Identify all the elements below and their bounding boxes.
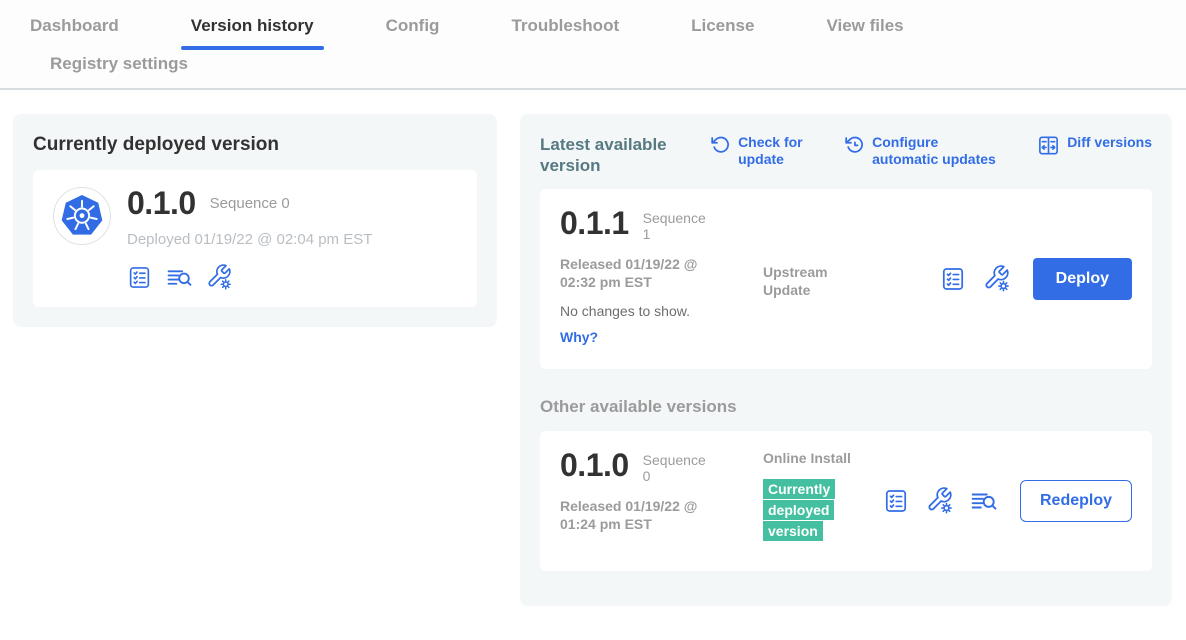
deployed-timestamp: Deployed 01/19/22 @ 02:04 pm EST xyxy=(127,231,372,248)
config-wrench-icon[interactable] xyxy=(206,264,232,290)
check-for-update-link[interactable]: Check for update xyxy=(710,134,814,168)
deployed-version-card: 0.1.0 Sequence 0 Deployed 01/19/22 @ 02:… xyxy=(33,170,477,307)
tab-dashboard[interactable]: Dashboard xyxy=(30,16,119,50)
why-link[interactable]: Why? xyxy=(560,329,598,345)
latest-available-header: Latest available version Check for updat… xyxy=(540,134,1152,177)
latest-available-panel: Latest available version Check for updat… xyxy=(520,114,1172,606)
deployed-sequence-label: Sequence 0 xyxy=(210,195,290,212)
latest-release-actions: Deploy xyxy=(940,258,1132,300)
other-sequence-label: Sequence 0 xyxy=(643,449,713,486)
preflight-checklist-icon[interactable] xyxy=(127,265,152,290)
tab-config[interactable]: Config xyxy=(386,16,440,50)
tab-view-files[interactable]: View files xyxy=(826,16,903,50)
deployed-actions xyxy=(127,264,372,290)
preflight-checklist-icon[interactable] xyxy=(940,266,966,292)
deploy-button[interactable]: Deploy xyxy=(1033,258,1132,300)
tab-version-history[interactable]: Version history xyxy=(191,16,314,50)
top-nav: Dashboard Version history Config Trouble… xyxy=(0,0,1186,90)
other-versions-title: Other available versions xyxy=(540,397,1152,417)
other-release-card: 0.1.0 Sequence 0 Released 01/19/22 @ 01:… xyxy=(540,431,1152,571)
latest-release-card: 0.1.1 Sequence 1 Released 01/19/22 @ 02:… xyxy=(540,189,1152,369)
currently-deployed-panel: Currently deployed version 0.1.0 Sequenc… xyxy=(13,114,497,327)
tab-troubleshoot[interactable]: Troubleshoot xyxy=(511,16,619,50)
diff-versions-link[interactable]: Diff versions xyxy=(1037,134,1152,157)
deployed-version-number: 0.1.0 xyxy=(127,187,196,219)
other-released-timestamp: Released 01/19/22 @ 01:24 pm EST xyxy=(560,497,720,533)
refresh-arrow-icon xyxy=(710,134,731,168)
nav-row-secondary: Registry settings xyxy=(0,54,1186,88)
config-wrench-icon[interactable] xyxy=(926,487,953,514)
latest-released-timestamp: Released 01/19/22 @ 02:32 pm EST xyxy=(560,255,720,291)
changelog-text: No changes to show. xyxy=(560,303,755,319)
other-release-source: Online Install Currently deployed versio… xyxy=(763,449,883,553)
nav-row-primary: Dashboard Version history Config Trouble… xyxy=(0,16,1186,50)
tab-registry-settings[interactable]: Registry settings xyxy=(50,54,188,88)
other-version-number: 0.1.0 xyxy=(560,449,629,481)
preflight-checklist-icon[interactable] xyxy=(883,488,909,514)
config-wrench-icon[interactable] xyxy=(983,265,1010,292)
deploy-logs-icon[interactable] xyxy=(166,265,192,290)
latest-release-info: 0.1.1 Sequence 1 Released 01/19/22 @ 02:… xyxy=(560,207,755,351)
latest-sequence-label: Sequence 1 xyxy=(643,207,713,244)
kubernetes-logo xyxy=(53,187,111,245)
diff-icon xyxy=(1037,134,1060,157)
other-release-info: 0.1.0 Sequence 0 Released 01/19/22 @ 01:… xyxy=(560,449,755,553)
other-release-actions: Redeploy xyxy=(883,480,1132,522)
latest-release-source: Upstream Update xyxy=(763,207,883,351)
tab-license[interactable]: License xyxy=(691,16,754,50)
latest-available-title: Latest available version xyxy=(540,134,680,177)
deploy-logs-icon[interactable] xyxy=(970,488,997,514)
deployed-version-info: 0.1.0 Sequence 0 Deployed 01/19/22 @ 02:… xyxy=(127,187,372,290)
currently-deployed-badge: Currently deployed version xyxy=(763,479,845,542)
latest-version-number: 0.1.1 xyxy=(560,207,629,239)
main-content: Currently deployed version 0.1.0 Sequenc… xyxy=(0,90,1186,606)
currently-deployed-title: Currently deployed version xyxy=(33,134,477,156)
configure-automatic-updates-link[interactable]: Configure automatic updates xyxy=(844,134,1007,168)
scheduled-update-icon xyxy=(844,134,865,168)
redeploy-button[interactable]: Redeploy xyxy=(1020,480,1132,522)
